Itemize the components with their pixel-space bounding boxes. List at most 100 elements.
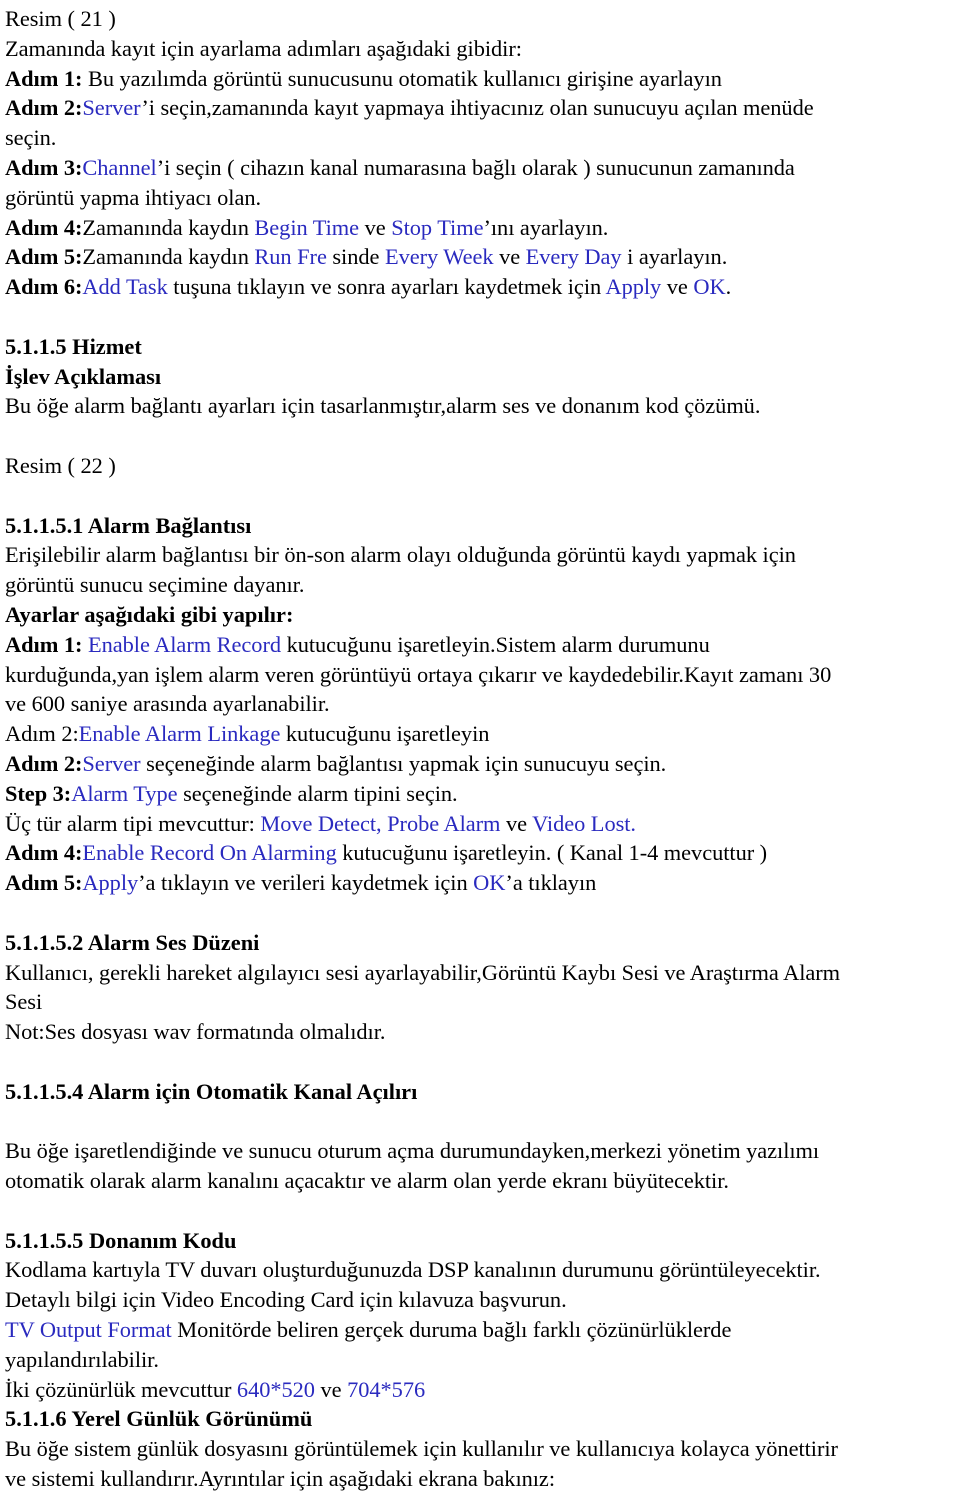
heading-5-1-1-5: 5.1.1.5 Hizmet — [5, 333, 142, 359]
schedule-step-line: seçin. — [5, 123, 956, 153]
alarm-ses-line-1: Kullanıcı, gerekli hareket algılayıcı se… — [5, 959, 841, 985]
alarm-step-text: ve 600 saniye arasında ayarlanabilir. — [5, 691, 330, 717]
alarm-step-ui-term: Enable Alarm Record — [87, 631, 282, 657]
schedule-step-line: Adım 4:Zamanında kaydın Begin Time ve St… — [5, 213, 956, 243]
alarm-step-text: kutucuğunu işaretleyin.Sistem alarm duru… — [281, 631, 710, 657]
schedule-step-ui-term: Stop Time — [391, 214, 484, 240]
alarm-step-ui-term: Alarm Type — [71, 780, 178, 806]
alarm-step-line: Adım 4:Enable Record On Alarming kutucuğ… — [5, 838, 956, 868]
schedule-step-text: . — [725, 274, 732, 300]
schedule-step-ui-term: Server — [82, 95, 142, 121]
alarm-step-ui-term: Server — [82, 750, 141, 776]
alarm-step-text: kutucuğunu işaretleyin — [280, 721, 490, 747]
schedule-step-ui-term: Every Week — [384, 244, 494, 270]
schedule-step-ui-term: Begin Time — [254, 214, 360, 240]
alarm-step-line: Step 3:Alarm Type seçeneğinde alarm tipi… — [5, 779, 956, 809]
schedule-step-label: Adım 3: — [5, 154, 83, 180]
tv-output-format-line: TV Output Format Monitörde beliren gerçe… — [5, 1315, 956, 1345]
heading-5-1-1-5-4: 5.1.1.5.4 Alarm için Otomatik Kanal Açıl… — [5, 1078, 418, 1104]
alarm-step-line: kurduğunda,yan işlem alarm veren görüntü… — [5, 660, 956, 690]
alarm-step-label: Step 3: — [5, 780, 72, 806]
otomatik-kanal-line-1: Bu öğe işaretlendiğinde ve sunucu oturum… — [5, 1138, 820, 1164]
schedule-step-label: Adım 1: — [5, 65, 83, 91]
schedule-step-line: Adım 5:Zamanında kaydın Run Fre sinde Ev… — [5, 242, 956, 272]
schedule-step-text: sinde — [326, 244, 385, 270]
heading-5-1-1-5-2: 5.1.1.5.2 Alarm Ses Düzeni — [5, 929, 260, 955]
alarm-step-label: Adım 5: — [5, 870, 83, 896]
alarm-step-text: ’a tıklayın — [505, 870, 597, 896]
alarm-step-line: Adım 1: Enable Alarm Record kutucuğunu i… — [5, 630, 956, 660]
alarm-ses-line-2: Sesi — [5, 989, 43, 1015]
alarm-step-label: Adım 1: — [5, 631, 83, 657]
alarm-step-ui-term: Move Detect, Probe Alarm — [260, 810, 501, 836]
alarm-step-label: Adım 4: — [5, 840, 83, 866]
heading-5-1-1-5-5: 5.1.1.5.5 Donanım Kodu — [5, 1227, 237, 1253]
alarm-step-label: Adım 2: — [5, 721, 79, 747]
alarm-ses-note: Not:Ses dosyası wav formatında olmalıdır… — [5, 1019, 386, 1045]
schedule-step-line: Adım 1: Bu yazılımda görüntü sunucusunu … — [5, 64, 956, 94]
schedule-step-text: Zamanında kaydın — [82, 244, 255, 270]
schedule-step-line: görüntü yapma ihtiyacı olan. — [5, 183, 956, 213]
tv-output-format-term: TV Output Format — [5, 1317, 172, 1343]
schedule-step-text: ’ını ayarlayın. — [483, 214, 609, 240]
schedule-step-text: tuşuna tıklayın ve sonra ayarları kaydet… — [167, 274, 606, 300]
resolution-join: ve — [314, 1376, 348, 1402]
donanim-kodu-line-1: Kodlama kartıyla TV duvarı oluşturduğunu… — [5, 1257, 821, 1283]
schedule-step-text: görüntü yapma ihtiyacı olan. — [5, 184, 262, 210]
alarm-step-ui-term: Enable Alarm Linkage — [78, 721, 281, 747]
schedule-step-label: Adım 2: — [5, 95, 83, 121]
donanim-kodu-line-2: Detaylı bilgi için Video Encoding Card i… — [5, 1287, 567, 1313]
otomatik-kanal-line-2: otomatik olarak alarm kanalını açacaktır… — [5, 1168, 729, 1194]
resolution-line: İki çözünürlük mevcuttur 640*520 ve 704*… — [5, 1375, 956, 1405]
schedule-step-text: ’i seçin ( cihazın kanal numarasına bağl… — [156, 154, 795, 180]
settings-heading: Ayarlar aşağıdaki gibi yapılır: — [5, 601, 294, 627]
heading-5-1-1-6: 5.1.1.6 Yerel Günlük Görünümü — [5, 1406, 313, 1432]
figure-caption-22: Resim ( 22 ) — [5, 452, 116, 478]
alarm-step-line: Adım 2:Server seçeneğinde alarm bağlantı… — [5, 749, 956, 779]
schedule-step-line: Adım 2:Server’i seçin,zamanında kayıt ya… — [5, 93, 956, 123]
alarm-step-text: seçeneğinde alarm tipini seçin. — [177, 780, 458, 806]
alarm-step-text: kurduğunda,yan işlem alarm veren görüntü… — [5, 661, 832, 687]
schedule-step-ui-term: Run Fre — [254, 244, 327, 270]
document-body: Resim ( 21 ) Zamanında kayıt için ayarla… — [0, 0, 960, 1494]
schedule-step-ui-term: Add Task — [82, 274, 168, 300]
schedule-step-ui-term: OK — [693, 274, 726, 300]
schedule-step-text: ve — [493, 244, 526, 270]
schedule-step-line: Adım 3:Channel’i seçin ( cihazın kanal n… — [5, 153, 956, 183]
schedule-steps-list: Adım 1: Bu yazılımda görüntü sunucusunu … — [5, 64, 956, 302]
alarm-step-line: Üç tür alarm tipi mevcuttur: Move Detect… — [5, 809, 956, 839]
tv-output-format-line-2: yapılandırılabilir. — [5, 1346, 159, 1372]
schedule-step-text: ve — [359, 214, 392, 240]
tv-output-format-rest: Monitörde beliren gerçek duruma bağlı fa… — [171, 1317, 732, 1343]
alarm-step-ui-term: OK — [473, 870, 506, 896]
hizmet-body: Bu öğe alarm bağlantı ayarları için tasa… — [5, 393, 761, 419]
schedule-step-text: Zamanında kaydın — [82, 214, 255, 240]
schedule-step-label: Adım 4: — [5, 214, 83, 240]
alarm-step-line: Adım 2:Enable Alarm Linkage kutucuğunu i… — [5, 719, 956, 749]
alarm-step-text: kutucuğunu işaretleyin. ( Kanal 1-4 mevc… — [336, 840, 768, 866]
schedule-step-line: Adım 6:Add Task tuşuna tıklayın ve sonra… — [5, 272, 956, 302]
document-page: Resim ( 21 ) Zamanında kayıt için ayarla… — [0, 0, 960, 1491]
schedule-step-label: Adım 5: — [5, 244, 83, 270]
resolution-704x576: 704*576 — [347, 1376, 426, 1402]
alarm-steps-list: Adım 1: Enable Alarm Record kutucuğunu i… — [5, 630, 956, 898]
alarm-step-label: Adım 2: — [5, 750, 83, 776]
alarm-step-text: ’a tıklayın ve verileri kaydetmek için — [138, 870, 474, 896]
alarm-step-ui-term: Enable Record On Alarming — [82, 840, 337, 866]
schedule-step-text: Bu yazılımda görüntü sunucusunu otomatik… — [82, 65, 722, 91]
alarm-step-line: Adım 5:Apply’a tıklayın ve verileri kayd… — [5, 868, 956, 898]
alarm-step-text: seçeneğinde alarm bağlantısı yapmak için… — [140, 750, 667, 776]
schedule-step-label: Adım 6: — [5, 274, 83, 300]
alarm-step-ui-term: Video Lost. — [532, 810, 636, 836]
schedule-step-ui-term: Channel — [82, 154, 157, 180]
heading-5-1-1-5-1: 5.1.1.5.1 Alarm Bağlantısı — [5, 512, 252, 538]
alarm-step-text: ve — [500, 810, 533, 836]
alarm-step-ui-term: Apply — [82, 870, 139, 896]
schedule-step-text: ’i seçin,zamanında kayıt yapmaya ihtiyac… — [141, 95, 814, 121]
resolution-640x520: 640*520 — [236, 1376, 315, 1402]
